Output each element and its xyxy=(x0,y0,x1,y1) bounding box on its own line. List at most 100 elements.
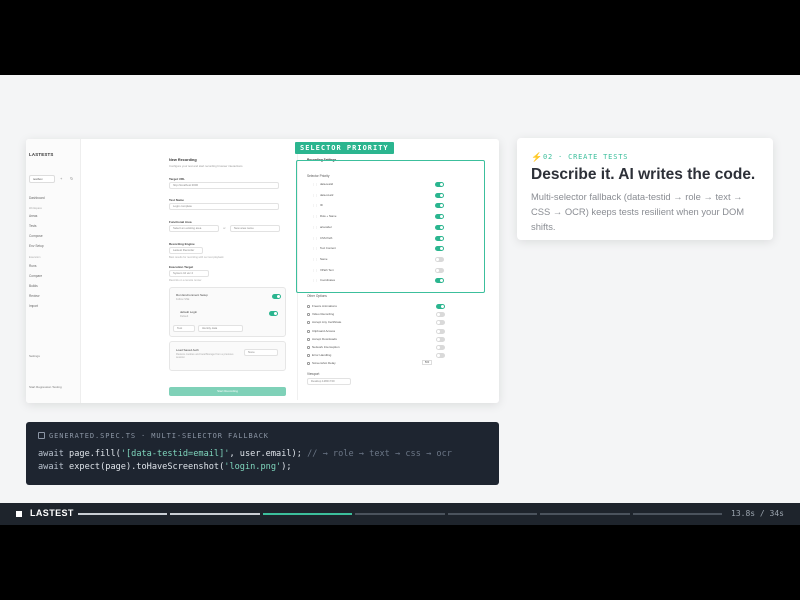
option-row[interactable]: Network Interception xyxy=(307,345,447,351)
option-toggle[interactable] xyxy=(436,328,445,334)
code-call: expect(page).toHaveScreenshot( xyxy=(63,462,225,472)
recording-title: New Recording xyxy=(169,158,197,162)
option-icon xyxy=(307,321,310,325)
sidebar-item-tests[interactable]: Tests xyxy=(29,224,36,228)
option-toggle[interactable] xyxy=(436,320,445,326)
option-toggle[interactable] xyxy=(436,312,445,318)
option-icon xyxy=(307,313,310,317)
recording-subtitle: Configure your test and start recording … xyxy=(169,164,243,168)
code-label: GENERATED.SPEC.TS · MULTI-SELECTOR FALLB… xyxy=(49,432,269,440)
code-rest: , user.email); xyxy=(229,449,302,459)
other-options-heading: Other Options xyxy=(307,294,327,298)
refresh-icon[interactable]: ↻ xyxy=(70,176,73,181)
sidebar-item-dashboard[interactable]: Dashboard xyxy=(29,196,45,200)
option-icon xyxy=(307,337,310,341)
selector-priority-highlight xyxy=(296,160,485,293)
app-sidebar: LASTESTS testbox + ↻ Dashboard Workspace… xyxy=(26,139,81,403)
engine-label: Recording Engine xyxy=(169,242,195,246)
progress-segment[interactable] xyxy=(170,513,260,515)
sidebar-item-builds[interactable]: Builds xyxy=(29,284,38,288)
start-recording-button[interactable]: Start Recording xyxy=(169,387,286,396)
option-icon xyxy=(307,329,310,333)
option-row[interactable]: Clipboard Access xyxy=(307,328,447,335)
functional-area-select[interactable]: Select an existing area xyxy=(169,225,219,232)
viewport-label: Viewport xyxy=(307,372,320,376)
player-time: 13.8s / 34s xyxy=(731,509,784,518)
env-setup-toggle[interactable] xyxy=(272,294,281,299)
sidebar-item-settings[interactable]: Settings xyxy=(29,354,40,358)
exec-target-select[interactable]: System 10 etc 2 xyxy=(169,270,209,277)
functional-area-label: Functional Area xyxy=(169,220,192,224)
or-label: or xyxy=(223,226,226,230)
progress-segment[interactable] xyxy=(632,513,722,515)
option-toggle[interactable] xyxy=(436,353,445,359)
sidebar-item-runs[interactable]: Runs xyxy=(29,264,36,268)
engine-select[interactable]: Lastest Recorder xyxy=(169,247,203,254)
code-line-2: await expect(page).toHaveScreenshot('log… xyxy=(38,462,292,472)
option-row[interactable]: Error Handling xyxy=(307,353,447,359)
stop-icon[interactable] xyxy=(16,511,22,517)
add-icon[interactable]: + xyxy=(60,176,62,181)
sidebar-footer-user[interactable]: Start Regression Testing xyxy=(29,385,62,389)
identity-select[interactable]: Identity data xyxy=(198,325,243,332)
load-auth-sub: Restore cookies and localStorage from a … xyxy=(176,353,234,360)
option-icon xyxy=(307,354,310,358)
code-comment: // → role → text → css → ocr xyxy=(301,449,452,459)
default-login-sub: Default xyxy=(180,315,189,318)
sidebar-section-workspace: Workspace xyxy=(29,207,42,210)
option-label: Accept Downloads xyxy=(312,336,337,341)
project-select[interactable]: testbox xyxy=(29,175,55,183)
progress-segment[interactable] xyxy=(540,513,630,515)
code-keyword: await xyxy=(38,462,64,472)
default-login-label: default Login xyxy=(180,310,198,314)
option-icon xyxy=(307,305,310,308)
progress-segment[interactable] xyxy=(355,513,445,515)
sidebar-item-review[interactable]: Review xyxy=(29,294,39,298)
code-string: '[data-testid=email]' xyxy=(120,449,230,459)
step-description: Multi-selector fallback (data-testid → r… xyxy=(531,191,745,232)
progress-segment[interactable] xyxy=(262,513,353,515)
option-row[interactable]: Freeze Animations xyxy=(307,304,447,310)
option-toggle[interactable] xyxy=(436,304,445,309)
option-row[interactable]: Accept Any Certificate xyxy=(307,320,447,326)
option-label: Freeze Animations xyxy=(312,304,337,308)
option-row[interactable]: Video Recording xyxy=(307,312,447,318)
app-brand: LASTESTS xyxy=(29,152,54,157)
default-login-toggle[interactable] xyxy=(269,311,278,316)
option-label: Video Recording xyxy=(312,312,335,317)
new-area-input[interactable]: New area name xyxy=(230,225,280,232)
test-name-input[interactable]: Login complete xyxy=(169,203,279,210)
file-icon xyxy=(38,432,45,439)
sidebar-item-compare[interactable]: Compare xyxy=(29,274,42,278)
sidebar-item-compose[interactable]: Compose xyxy=(29,234,43,238)
option-label: Screenshot Delay xyxy=(312,361,336,366)
option-label: Network Interception xyxy=(312,345,340,349)
step-card: ⚡ 02 · CREATE TESTS Describe it. AI writ… xyxy=(517,138,773,240)
player-logo: LASTEST xyxy=(30,508,74,518)
sidebar-item-env-setup[interactable]: Env Setup xyxy=(29,244,44,248)
option-row[interactable]: Accept Downloads xyxy=(307,336,447,343)
code-call: page.fill( xyxy=(63,449,121,459)
progress-segment[interactable] xyxy=(78,513,168,515)
engine-hint: Best results for recording with our test… xyxy=(169,256,224,259)
env-setup-label: Run Environment Setup xyxy=(176,293,208,297)
sidebar-item-import[interactable]: Import xyxy=(29,304,38,308)
code-rest: ); xyxy=(281,462,292,472)
option-icon xyxy=(307,346,310,349)
code-string: 'login.png' xyxy=(224,462,282,472)
target-url-input[interactable]: http://localhost:3000 xyxy=(169,182,279,189)
test-select[interactable]: Test xyxy=(173,325,195,332)
option-label: Error Handling xyxy=(312,353,332,358)
screenshot-delay-input[interactable]: 500 xyxy=(422,360,432,365)
option-toggle[interactable] xyxy=(436,345,445,350)
option-toggle[interactable] xyxy=(436,336,445,342)
progress-segment[interactable] xyxy=(447,513,538,515)
viewport-select[interactable]: Desktop 1280×720 xyxy=(307,378,351,385)
auth-select[interactable]: None xyxy=(244,349,278,356)
code-card: GENERATED.SPEC.TS · MULTI-SELECTOR FALLB… xyxy=(26,422,499,485)
sidebar-item-areas[interactable]: Areas xyxy=(29,214,37,218)
option-label: Accept Any Certificate xyxy=(312,320,342,325)
option-label: Clipboard Access xyxy=(312,328,336,333)
test-name-label: Test Name xyxy=(169,198,184,202)
exec-target-hint: Records on a remote runner xyxy=(169,279,202,282)
